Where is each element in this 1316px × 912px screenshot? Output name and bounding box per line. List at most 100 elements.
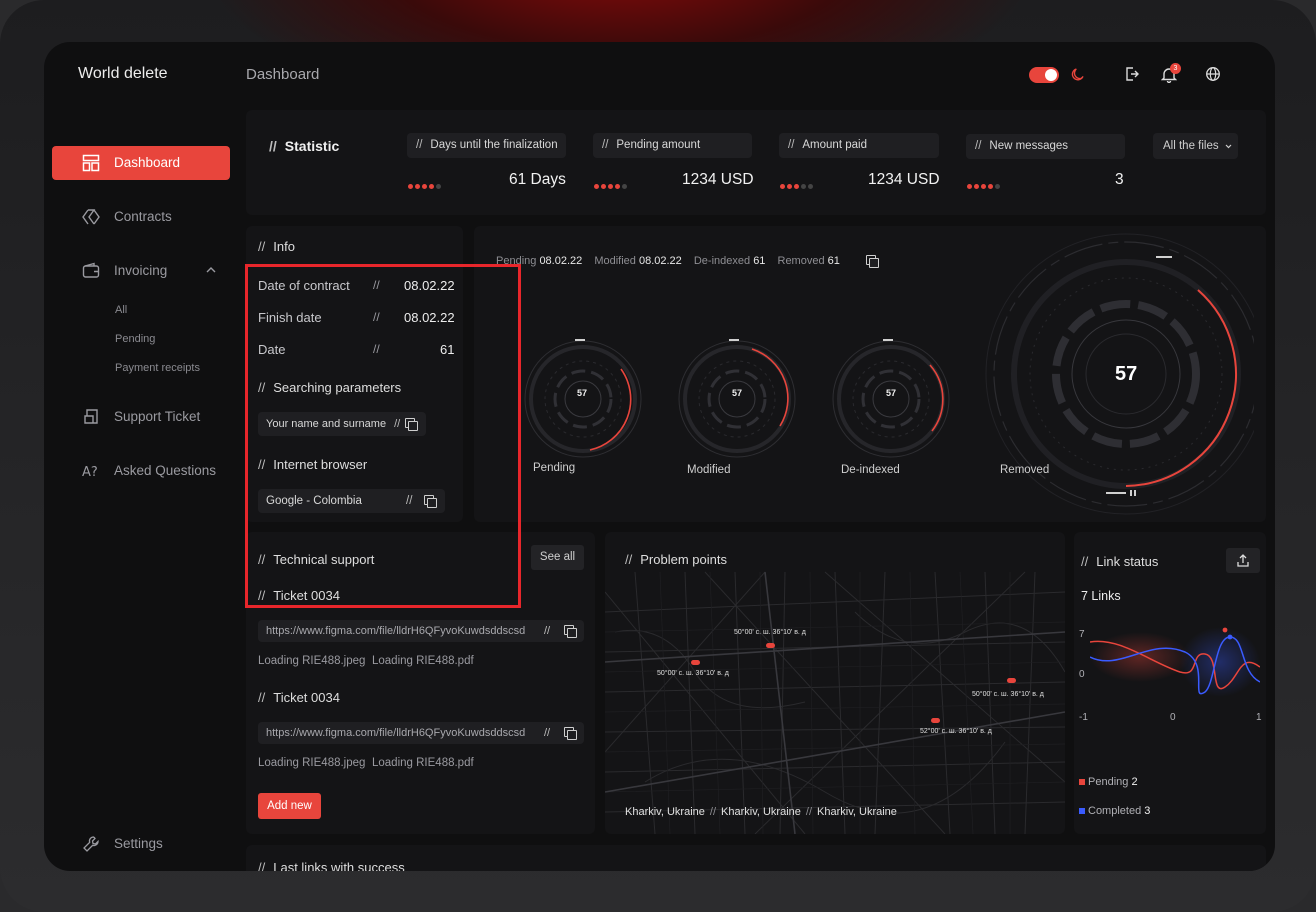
logout-icon[interactable] [1124,66,1140,82]
stat-value-new-messages: 3 [1115,171,1124,188]
last-links-title: //Last links with success [258,860,405,871]
chevron-up-icon[interactable] [206,266,216,274]
gauge-value: 57 [577,388,588,398]
map-marker[interactable] [691,660,700,665]
app-window: World delete Dashboard 3 Dashboard Contr… [44,42,1275,871]
statistic-panel [246,110,1266,215]
map-panel [605,532,1065,834]
stat-chip-pending-amount: //Pending amount [593,133,752,158]
copy-icon[interactable] [564,727,577,740]
contracts-icon [82,209,100,225]
export-button[interactable] [1226,548,1260,573]
x-tick-label: 1 [1256,712,1262,723]
wrench-icon [83,836,99,852]
invoicing-sub-all[interactable]: All [115,304,127,316]
statistic-title: //Statistic [269,138,340,154]
invoicing-sub-payment-receipts[interactable]: Payment receipts [115,362,200,374]
sidebar-item-label: Settings [114,836,163,851]
ticket-url-field[interactable]: https://www.figma.com/file/lldrH6QFyvoKu… [258,722,584,744]
gauge-de-indexed [832,339,950,458]
map-marker-label: 50°00' с. ш. 36°10' в. д [972,691,1044,698]
completed-point [1227,634,1233,640]
stat-level-amount-paid [780,176,815,189]
ticket-file[interactable]: Loading RIE488.jpeg [258,757,365,769]
stat-value-amount-paid: 1234 USD [868,171,940,188]
map-marker[interactable] [766,643,775,648]
copy-icon[interactable] [866,255,879,268]
map-marker-label: 50°00' с. ш. 36°10' в. д [734,629,806,636]
gauge-value: 57 [732,388,743,398]
map-title: //Problem points [625,552,727,567]
svg-text:A?: A? [82,465,98,480]
ticket-file[interactable]: Loading RIE488.pdf [372,655,474,667]
dashboard-icon [82,154,100,172]
gauge-modified [678,339,796,458]
ticket-icon [84,409,98,424]
gauge-label: Modified [687,464,731,476]
stat-level-pending-amount [594,176,629,189]
link-status-title: //Link status [1081,554,1159,569]
sidebar-item-label: Contracts [114,209,172,224]
sidebar-item-support-ticket[interactable]: Support Ticket [52,400,230,434]
street-map[interactable] [605,532,1065,834]
stat-value-pending-amount: 1234 USD [682,171,754,188]
sidebar-item-contracts[interactable]: Contracts [52,200,230,234]
pending-point [1222,627,1228,633]
sidebar-item-invoicing[interactable]: Invoicing [52,254,230,288]
map-cities: Kharkiv, Ukraine//Kharkiv, Ukraine//Khar… [625,806,897,818]
brand-name: World delete [78,65,168,82]
ticket-title: //Ticket 0034 [258,690,340,705]
sidebar-item-label: Support Ticket [114,409,201,424]
map-marker[interactable] [931,718,940,723]
question-icon: A? [82,465,98,480]
selection-highlight [245,264,521,608]
stat-level-days [408,176,443,189]
see-all-button[interactable]: See all [531,545,584,570]
files-filter-select[interactable]: All the files [1153,133,1238,159]
y-tick-label: 7 [1079,629,1085,640]
link-status-chart [1090,627,1260,697]
invoicing-sub-pending[interactable]: Pending [115,333,155,345]
sidebar-item-settings[interactable]: Settings [52,827,230,861]
moon-icon[interactable] [1070,66,1086,82]
copy-icon[interactable] [564,625,577,638]
ticket-file[interactable]: Loading RIE488.pdf [372,757,474,769]
x-tick-label: -1 [1079,712,1088,723]
stat-chip-amount-paid: //Amount paid [779,133,939,158]
rings-summary: Pending 08.02.22 Modified 08.02.22 De-in… [496,255,840,267]
stat-chip-new-messages: //New messages [966,134,1125,159]
gauge-value: 57 [886,388,897,398]
y-tick-label: 0 [1079,669,1085,680]
x-tick-label: 0 [1170,712,1176,723]
gauge-label: De-indexed [841,464,900,476]
sidebar-item-label: Invoicing [114,263,168,278]
sidebar-item-label: Dashboard [114,155,181,170]
add-new-button[interactable]: Add new [258,793,321,819]
map-marker-label: 50°00' с. ш. 36°10' в. д [657,670,729,677]
sidebar-item-label: Asked Questions [114,463,217,478]
legend-swatch [1079,808,1085,814]
gauge-value: 57 [1115,363,1138,385]
link-count: 7 Links [1081,589,1121,603]
theme-toggle[interactable] [1029,67,1059,83]
chevron-down-icon [1225,144,1232,149]
wallet-icon [82,262,100,278]
gauge-label: Pending [533,462,576,474]
stat-level-new-messages [967,176,1002,189]
page-title: Dashboard [246,66,320,83]
ticket-url-field[interactable]: https://www.figma.com/file/lldrH6QFyvoKu… [258,620,584,642]
gauge-pending [524,339,642,458]
sidebar-item-dashboard[interactable]: Dashboard [52,146,230,180]
legend-swatch [1079,779,1085,785]
sidebar-item-asked-questions[interactable]: A? Asked Questions [52,454,230,488]
stat-chip-days: //Days until the finalization [407,133,566,158]
upload-icon [1237,554,1249,567]
legend-completed: Completed 3 [1079,805,1150,817]
info-title: //Info [258,239,295,254]
map-marker[interactable] [1007,678,1016,683]
ticket-file[interactable]: Loading RIE488.jpeg [258,655,365,667]
map-marker-label: 52°00' с. ш. 36°10' в. д [920,728,992,735]
gauge-label: Removed [1000,464,1050,476]
legend-pending: Pending 2 [1079,776,1138,788]
globe-icon[interactable] [1205,66,1221,82]
